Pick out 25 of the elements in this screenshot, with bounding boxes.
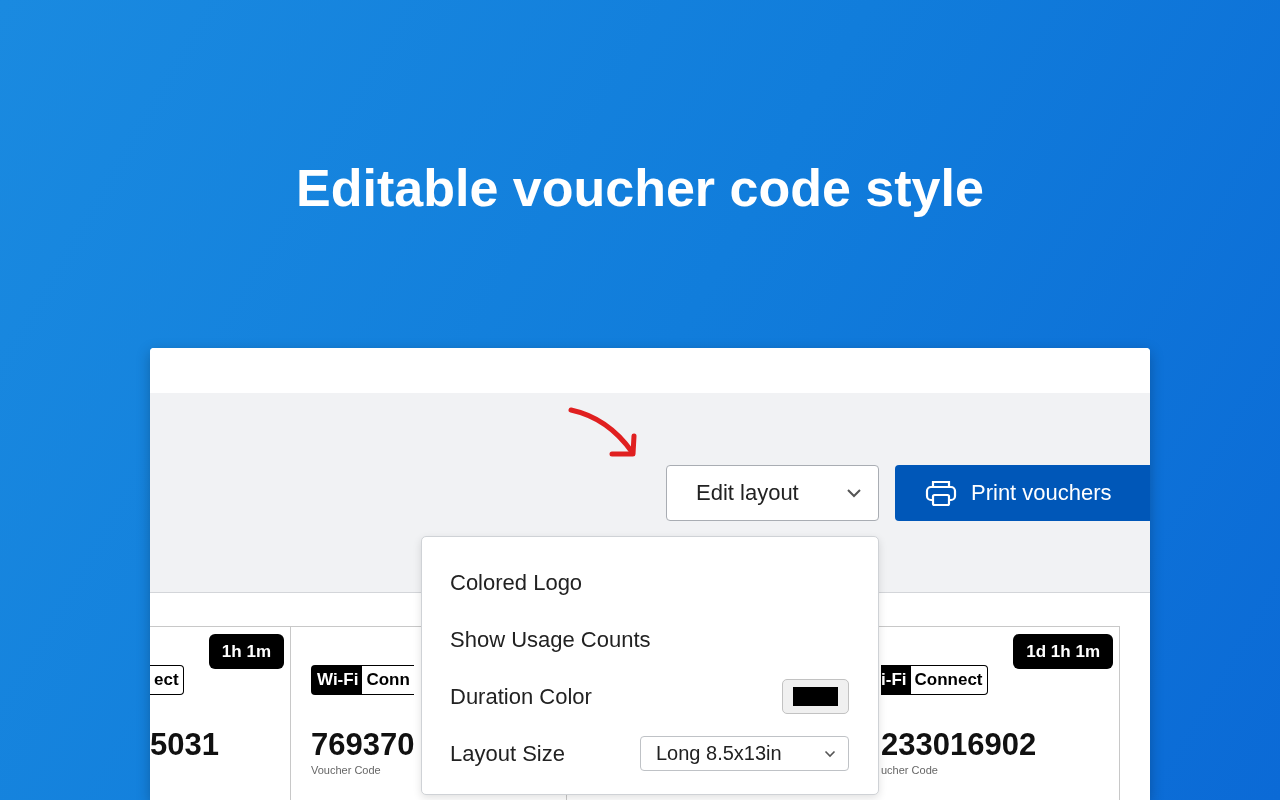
- connect-label: Connect: [910, 665, 988, 695]
- voucher-code: 5031: [150, 727, 219, 763]
- voucher-code: 233016902: [881, 727, 1037, 763]
- menu-label: Duration Color: [450, 683, 592, 710]
- duration-badge: 1d 1h 1m: [1013, 634, 1113, 669]
- menu-option[interactable]: Colored Logo: [450, 569, 583, 596]
- wifi-label: i-Fi: [881, 665, 911, 695]
- page-heading: Editable voucher code style: [295, 160, 985, 216]
- layout-size-select[interactable]: Long 8.5x13in: [640, 736, 849, 771]
- connect-label: Conn: [362, 665, 414, 695]
- connect-label: ect: [150, 665, 184, 695]
- wifi-label: Wi-Fi: [311, 665, 363, 695]
- voucher-code-caption: Voucher Code: [311, 764, 381, 776]
- chevron-down-icon: [824, 749, 836, 758]
- pointer-arrow: [568, 407, 637, 457]
- duration-badge: 1h 1m: [208, 634, 284, 669]
- printer-icon: [925, 479, 957, 507]
- chevron-down-icon: [846, 488, 862, 498]
- color-picker[interactable]: [782, 679, 849, 714]
- menu-label: Layout Size: [450, 740, 565, 767]
- edit-layout-dropdown[interactable]: Edit layout: [666, 465, 879, 521]
- voucher-code-caption: ucher Code: [881, 764, 938, 776]
- print-vouchers-button[interactable]: Print vouchers: [895, 465, 1150, 521]
- voucher-code: 769370: [311, 727, 415, 763]
- menu-option[interactable]: Show Usage Counts: [450, 626, 651, 653]
